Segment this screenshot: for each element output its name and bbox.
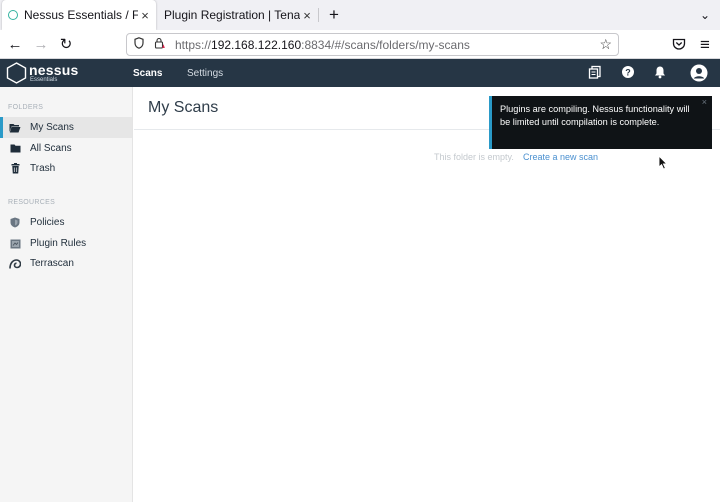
- bookmark-star-icon[interactable]: ☆: [599, 36, 612, 53]
- plugins-compiling-toast: Plugins are compiling. Nessus functional…: [489, 96, 712, 149]
- sidebar: FOLDERS My Scans All Scans Trash RESOURC…: [0, 87, 133, 502]
- browser-nav-bar: ← → ↻ https://192.168.122.160:8834/#/sca…: [0, 30, 720, 59]
- create-new-scan-link[interactable]: Create a new scan: [523, 152, 598, 162]
- sidebar-item-label: My Scans: [30, 122, 74, 133]
- page-title: My Scans: [148, 99, 219, 116]
- plugin-rules-icon: [9, 239, 21, 249]
- sidebar-item-my-scans[interactable]: My Scans: [0, 117, 132, 138]
- app-window: Nessus Essentials / Folder × Plugin Regi…: [0, 0, 720, 502]
- resources-section-label: RESOURCES: [8, 199, 56, 206]
- nessus-logo-subtitle: Essentials: [30, 77, 58, 83]
- nessus-logo-icon[interactable]: [6, 62, 27, 84]
- nessus-header: nessus Essentials Scans Settings ?: [0, 59, 720, 87]
- url-host: 192.168.122.160: [211, 37, 302, 52]
- url-bar[interactable]: https://192.168.122.160:8834/#/scans/fol…: [126, 33, 619, 56]
- nav-scans[interactable]: Scans: [133, 68, 162, 79]
- sidebar-item-label: Policies: [30, 217, 65, 228]
- tab-separator: [318, 8, 319, 22]
- url-path: :8834/#/scans/folders/my-scans: [301, 37, 470, 52]
- help-icon[interactable]: ?: [620, 65, 636, 81]
- pocket-button[interactable]: [668, 34, 690, 56]
- user-avatar-icon[interactable]: [690, 64, 708, 82]
- folder-open-icon: [9, 123, 21, 133]
- sidebar-item-all-scans[interactable]: All Scans: [0, 138, 132, 159]
- sidebar-item-label: Plugin Rules: [30, 238, 87, 249]
- mouse-cursor-icon: [658, 155, 668, 170]
- nessus-logo-text[interactable]: nessus: [29, 62, 78, 78]
- sidebar-item-label: Terrascan: [30, 258, 74, 269]
- empty-folder-message: This folder is empty.: [434, 152, 514, 162]
- sidebar-item-terrascan[interactable]: Terrascan: [0, 253, 132, 274]
- notifications-bell-icon[interactable]: [652, 65, 668, 81]
- tab-nessus-essentials[interactable]: Nessus Essentials / Folder ×: [2, 0, 156, 30]
- forward-button[interactable]: →: [30, 34, 52, 56]
- toast-close-icon[interactable]: ×: [702, 97, 707, 107]
- url-text: https://192.168.122.160:8834/#/scans/fol…: [175, 38, 470, 52]
- tab-close-icon[interactable]: ×: [138, 8, 152, 23]
- tracking-protection-icon[interactable]: [131, 37, 147, 52]
- sidebar-item-label: Trash: [30, 163, 56, 174]
- new-tab-button[interactable]: +: [322, 3, 346, 27]
- svg-text:?: ?: [625, 67, 631, 77]
- lock-warning-icon[interactable]: [151, 37, 167, 52]
- app-menu-button[interactable]: ≡: [694, 34, 716, 56]
- tab-title: Plugin Registration | Tenable®: [164, 8, 300, 22]
- nav-settings[interactable]: Settings: [187, 68, 223, 79]
- sidebar-item-policies[interactable]: Policies: [0, 212, 132, 233]
- tab-plugin-registration[interactable]: Plugin Registration | Tenable® ×: [158, 0, 318, 30]
- sidebar-item-trash[interactable]: Trash: [0, 158, 132, 179]
- tab-title: Nessus Essentials / Folder: [24, 8, 138, 22]
- tab-list-button[interactable]: ⌄: [695, 3, 715, 27]
- nessus-favicon-icon: [8, 10, 18, 20]
- tab-close-icon[interactable]: ×: [300, 8, 314, 23]
- sidebar-item-plugin-rules[interactable]: Plugin Rules: [0, 233, 132, 254]
- terrascan-icon: [9, 258, 21, 269]
- scan-history-icon[interactable]: [587, 65, 603, 81]
- url-scheme: https://: [175, 37, 212, 52]
- toast-message: Plugins are compiling. Nessus functional…: [500, 104, 690, 127]
- shield-icon: [9, 217, 21, 228]
- reload-button[interactable]: ↻: [55, 34, 77, 56]
- folders-section-label: FOLDERS: [8, 104, 44, 111]
- back-button[interactable]: ←: [4, 34, 26, 56]
- folder-icon: [9, 144, 21, 153]
- sidebar-item-label: All Scans: [30, 143, 72, 154]
- browser-tab-strip: Nessus Essentials / Folder × Plugin Regi…: [0, 0, 720, 30]
- trash-icon: [9, 163, 21, 174]
